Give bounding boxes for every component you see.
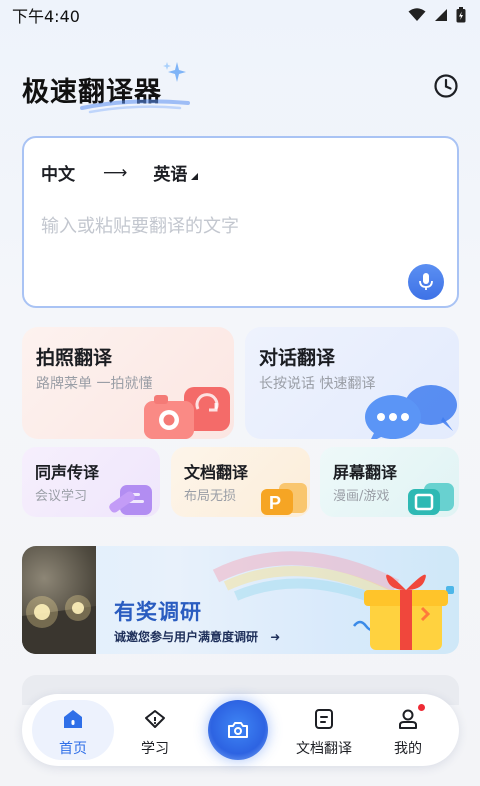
tab-study-label: 学习 — [141, 741, 169, 757]
photo-translate-card[interactable]: 拍照翻译 路牌菜单 一拍就懂 — [22, 327, 234, 439]
banner-subtitle-text: 诚邀您参与用户满意度调研 — [114, 630, 259, 644]
microphone-icon — [419, 273, 433, 290]
tab-home-label: 首页 — [59, 741, 87, 757]
screen-translate-card[interactable]: 屏幕翻译 漫画/游戏 — [320, 447, 459, 517]
chat-bubbles-icon — [365, 385, 457, 439]
history-button[interactable] — [432, 72, 460, 100]
photo-translate-subtitle: 路牌菜单 一拍就懂 — [36, 376, 153, 392]
simultaneous-subtitle: 会议学习 — [35, 489, 88, 504]
target-language-button[interactable]: 英语 — [153, 160, 187, 185]
signal-icon — [435, 9, 447, 21]
dialog-translate-card[interactable]: 对话翻译 长按说话 快速翻译 — [245, 327, 459, 439]
notification-dot — [418, 704, 425, 711]
title-underline-decoration — [80, 99, 190, 114]
svg-text:P: P — [269, 493, 281, 513]
study-icon — [145, 710, 165, 728]
banner-subtitle: 诚邀您参与用户满意度调研 ➜ — [114, 628, 280, 645]
text-input-area[interactable]: 输入或粘贴要翻译的文字 — [41, 212, 421, 238]
bottom-tab-bar: 首页 学习 文档翻译 我的 — [22, 694, 459, 766]
app-header: 极速翻译器 — [22, 62, 462, 118]
camera-button[interactable] — [208, 700, 268, 760]
status-icons — [408, 7, 466, 23]
document-translate-card[interactable]: 文档翻译 布局无损 P — [171, 447, 310, 517]
dropdown-caret-icon — [191, 173, 199, 180]
voice-input-button[interactable] — [408, 264, 444, 300]
tab-document-label: 文档翻译 — [296, 741, 352, 757]
document-icon — [315, 709, 333, 729]
tab-study[interactable]: 学习 — [115, 694, 195, 766]
screen-title: 屏幕翻译 — [333, 463, 398, 482]
camera-icon — [228, 722, 248, 738]
user-icon — [399, 709, 417, 729]
sparkle-icon — [163, 62, 186, 82]
simultaneous-title: 同声传译 — [35, 463, 100, 482]
arrow-right-icon: ➜ — [270, 630, 281, 644]
status-time: 下午4:40 — [12, 7, 80, 26]
pen-note-icon — [109, 485, 152, 515]
tab-mine-label: 我的 — [394, 741, 422, 757]
tab-home[interactable]: 首页 — [32, 700, 114, 760]
car-headlights-image — [22, 546, 96, 654]
wifi-icon — [408, 8, 426, 21]
document-title: 文档翻译 — [184, 463, 249, 482]
clock-icon — [434, 74, 458, 98]
screen-subtitle: 漫画/游戏 — [333, 489, 390, 504]
document-subtitle: 布局无损 — [184, 489, 237, 504]
status-bar: 下午4:40 — [0, 0, 480, 30]
dialog-translate-subtitle: 长按说话 快速翻译 — [259, 376, 376, 392]
battery-icon — [456, 7, 466, 23]
simultaneous-interpretation-card[interactable]: 同声传译 会议学习 — [22, 447, 160, 517]
camera-translate-icon — [144, 387, 230, 439]
screen-capture-icon — [408, 483, 454, 515]
tab-mine[interactable]: 我的 — [368, 694, 448, 766]
home-icon — [64, 710, 82, 728]
survey-banner[interactable]: 有奖调研 诚邀您参与用户满意度调研 ➜ — [22, 546, 459, 654]
language-arrow-icon: ⟶ — [103, 162, 128, 183]
tab-document[interactable]: 文档翻译 — [284, 694, 364, 766]
source-language-button[interactable]: 中文 — [41, 160, 75, 185]
ppt-file-icon: P — [261, 483, 307, 515]
photo-translate-title: 拍照翻译 — [36, 347, 113, 369]
gift-box-icon — [364, 574, 448, 650]
language-selector-row: 中文 ⟶ 英语 — [41, 160, 199, 185]
dialog-translate-title: 对话翻译 — [259, 347, 336, 369]
translation-input-card: 中文 ⟶ 英语 输入或粘贴要翻译的文字 — [22, 136, 459, 308]
banner-title: 有奖调研 — [114, 600, 202, 624]
